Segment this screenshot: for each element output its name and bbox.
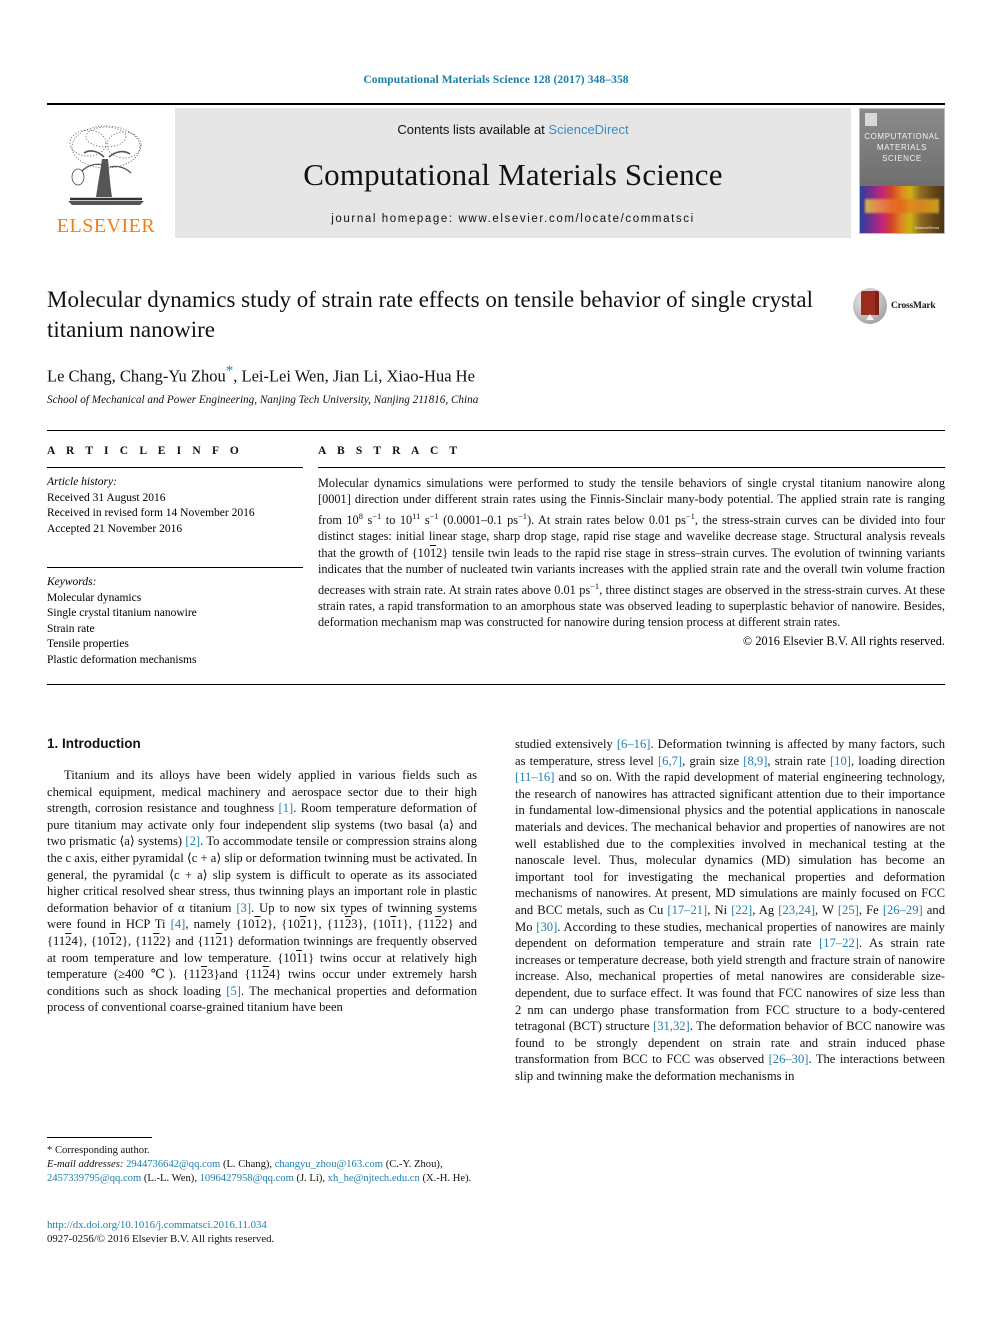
crossmark-label: CrossMark — [891, 301, 936, 311]
email-link[interactable]: changyu_zhou@163.com — [275, 1159, 383, 1170]
email-owner: (L.-L. Wen) — [143, 1173, 195, 1184]
abstract-rule — [318, 467, 945, 468]
reference-link[interactable]: [17–22] — [819, 936, 859, 950]
reference-link[interactable]: [10] — [830, 754, 851, 768]
title-block: Molecular dynamics study of strain rate … — [47, 285, 945, 406]
crossmark-icon — [853, 288, 887, 324]
reference-link[interactable]: [1] — [279, 801, 294, 815]
email-link[interactable]: xh_he@njtech.edu.cn — [328, 1173, 420, 1184]
elsevier-logo: ELSEVIER — [47, 108, 165, 238]
cover-elsevier-mark — [865, 113, 877, 126]
email-addresses-note: E-mail addresses: 2944736642@qq.com (L. … — [47, 1159, 472, 1184]
footnote-block: * Corresponding author. E-mail addresses… — [47, 1137, 477, 1186]
reference-link[interactable]: [11–16] — [515, 770, 554, 784]
keyword-item: Tensile properties — [47, 638, 129, 650]
journal-cover-thumbnail[interactable]: COMPUTATIONAL MATERIALS SCIENCE ScienceD… — [859, 108, 945, 234]
reference-link[interactable]: [26–29] — [883, 903, 923, 917]
article-history-label: Article history: — [47, 476, 117, 488]
introduction-heading: 1. Introduction — [47, 736, 141, 751]
journal-masthead: ELSEVIER Contents lists available at Sci… — [47, 103, 945, 238]
article-title: Molecular dynamics study of strain rate … — [47, 287, 814, 342]
reference-link[interactable]: [8,9] — [743, 754, 767, 768]
paper-page: Computational Materials Science 128 (201… — [0, 0, 992, 1323]
issn-copyright-line: 0927-0256/© 2016 Elsevier B.V. All right… — [47, 1233, 275, 1245]
running-head: Computational Materials Science 128 (201… — [363, 74, 629, 86]
abstract-heading: A B S T R A C T — [318, 445, 462, 457]
affiliation: School of Mechanical and Power Engineeri… — [47, 393, 479, 406]
reference-link[interactable]: [6,7] — [658, 754, 682, 768]
email-owner: (L. Chang) — [222, 1159, 270, 1170]
corresponding-author-note: * Corresponding author. — [47, 1145, 150, 1156]
introduction-paragraph-right: studied extensively [6–16]. Deformation … — [515, 737, 945, 1083]
article-info-abstract-panel: A R T I C L E I N F O Article history: R… — [47, 430, 945, 685]
keyword-item: Single crystal titanium nanowire — [47, 607, 197, 619]
reference-link[interactable]: [22] — [731, 903, 752, 917]
abstract-text: Molecular dynamics simulations were perf… — [318, 476, 946, 630]
keyword-item: Molecular dynamics — [47, 591, 142, 604]
journal-homepage-link[interactable]: journal homepage: www.elsevier.com/locat… — [331, 213, 694, 225]
authors-first: Le Chang, Chang-Yu Zhou — [47, 366, 226, 386]
introduction-paragraph-left: Titanium and its alloys have been widely… — [47, 768, 478, 1015]
reference-link[interactable]: [2] — [185, 834, 200, 848]
reference-link[interactable]: [17–21] — [667, 903, 707, 917]
cover-title-line-3: SCIENCE — [882, 154, 922, 163]
contents-available-line: Contents lists available at ScienceDirec… — [397, 122, 628, 137]
abstract-column: A B S T R A C T Molecular dynamics simul… — [315, 445, 945, 684]
keyword-item: Plastic deformation mechanisms — [47, 653, 197, 666]
reference-link[interactable]: [4] — [171, 917, 186, 931]
cover-title-line-2: MATERIALS — [876, 143, 928, 152]
email-owner: (C.-Y. Zhou) — [385, 1159, 440, 1170]
reference-link[interactable]: [6–16] — [617, 737, 651, 751]
article-info-column: A R T I C L E I N F O Article history: R… — [47, 445, 315, 684]
author-list: Le Chang, Chang-Yu Zhou*, Lei-Lei Wen, J… — [47, 363, 945, 387]
cover-title-line-1: COMPUTATIONAL — [864, 132, 940, 141]
keywords-label: Keywords: — [47, 576, 97, 588]
email-owner: (J. Li) — [296, 1173, 323, 1184]
abstract-copyright: © 2016 Elsevier B.V. All rights reserved… — [742, 633, 945, 648]
reference-link[interactable]: [3] — [236, 901, 251, 915]
keywords-block: Keywords: Molecular dynamics Single crys… — [47, 567, 303, 668]
cover-title: COMPUTATIONAL MATERIALS SCIENCE — [860, 131, 944, 164]
body-columns: 1. Introduction Titanium and its alloys … — [47, 736, 945, 1156]
reference-link[interactable]: [26–30] — [769, 1052, 809, 1066]
article-history-revised: Received in revised form 14 November 201… — [47, 507, 255, 519]
reference-link[interactable]: [23,24] — [778, 903, 815, 917]
reference-link[interactable]: [31,32] — [653, 1019, 690, 1033]
elsevier-wordmark: ELSEVIER — [56, 215, 156, 237]
article-info-heading: A R T I C L E I N F O — [47, 445, 243, 457]
keywords-rule — [47, 567, 303, 568]
keyword-item: Strain rate — [47, 622, 95, 635]
doi-link[interactable]: http://dx.doi.org/10.1016/j.commatsci.20… — [47, 1218, 477, 1232]
authors-rest: , Lei-Lei Wen, Jian Li, Xiao-Hua He — [233, 366, 475, 386]
email-addresses-label: E-mail addresses: — [47, 1159, 124, 1170]
elsevier-tree-icon — [68, 125, 144, 205]
cover-footer-text: ScienceDirect — [914, 225, 939, 230]
footnote-rule — [47, 1137, 152, 1138]
email-link[interactable]: 2944736642@qq.com — [126, 1159, 220, 1170]
crossmark-badge-group[interactable]: CrossMark — [853, 285, 945, 327]
page-footer: http://dx.doi.org/10.1016/j.commatsci.20… — [47, 1218, 477, 1246]
body-column-right: studied extensively [6–16]. Deformation … — [515, 736, 945, 1156]
body-column-left: 1. Introduction Titanium and its alloys … — [47, 736, 477, 1156]
article-history-accepted: Accepted 21 November 2016 — [47, 522, 183, 535]
reference-link[interactable]: [5] — [226, 984, 241, 998]
journal-title: Computational Materials Science — [303, 157, 723, 192]
reference-link[interactable]: [25] — [838, 903, 859, 917]
email-link[interactable]: 1096427958@qq.com — [200, 1173, 294, 1184]
email-link[interactable]: 2457339795@qq.com — [47, 1173, 141, 1184]
contents-prefix: Contents lists available at — [397, 122, 545, 137]
article-info-rule — [47, 467, 303, 468]
reference-link[interactable]: [30] — [536, 920, 557, 934]
masthead-banner: Contents lists available at ScienceDirec… — [175, 108, 851, 238]
email-owner: (X.-H. He) — [422, 1173, 469, 1184]
article-history-received: Received 31 August 2016 — [47, 491, 166, 504]
sciencedirect-link[interactable]: ScienceDirect — [548, 122, 628, 137]
